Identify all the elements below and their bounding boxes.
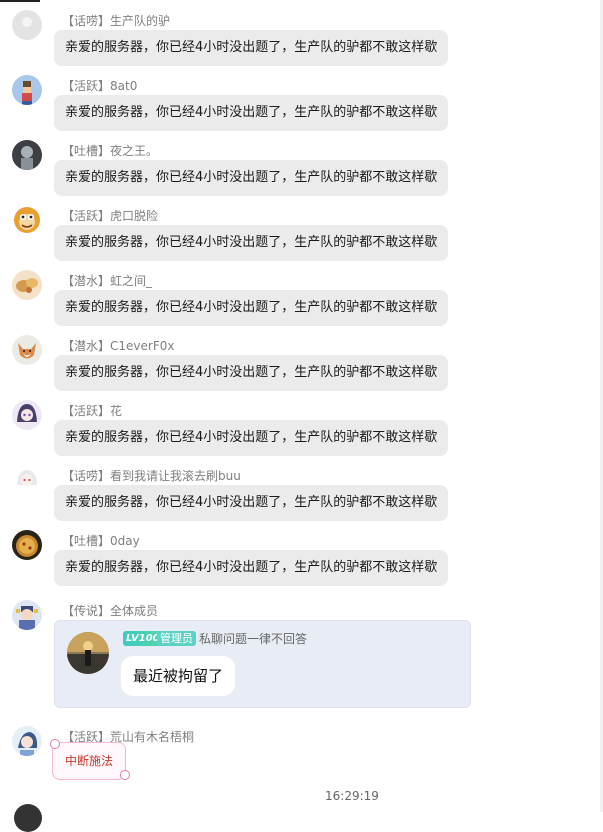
message-bubble[interactable]: 亲爱的服务器，你已经4小时没出题了，生产队的驴都不敢这样歇 bbox=[54, 550, 449, 586]
sender-name: 【活跃】8at0 bbox=[62, 79, 138, 93]
role-badge: 管理员 bbox=[157, 631, 196, 646]
message-bubble[interactable]: 亲爱的服务器，你已经4小时没出题了，生产队的驴都不敢这样歇 bbox=[54, 290, 449, 326]
sender-name: 【活跃】虎口脱险 bbox=[62, 209, 159, 223]
monkey-avatar-icon[interactable] bbox=[12, 205, 42, 235]
message-bubble-decorated[interactable]: 中断施法 bbox=[52, 742, 127, 780]
pixel-character-avatar-icon[interactable] bbox=[12, 75, 42, 105]
sender-name: 【活跃】花 bbox=[62, 404, 123, 418]
message-bubble[interactable]: 亲爱的服务器，你已经4小时没出题了，生产队的驴都不敢这样歇 bbox=[54, 485, 449, 521]
message-bubble[interactable]: 亲爱的服务器，你已经4小时没出题了，生产队的驴都不敢这样歇 bbox=[54, 355, 449, 391]
message-bubble[interactable]: 亲爱的服务器，你已经4小时没出题了，生产队的驴都不敢这样歇 bbox=[54, 420, 449, 456]
quoted-message-text: 最近被拘留了 bbox=[121, 656, 236, 696]
character-avatar-icon[interactable] bbox=[12, 600, 42, 630]
fox-avatar-icon[interactable] bbox=[12, 335, 42, 365]
sender-name: 【潜水】C1everF0x bbox=[62, 339, 175, 353]
quoted-message-card[interactable]: LV100 管理员 私聊问题一律不回答 最近被拘留了 bbox=[54, 620, 471, 708]
message-bubble[interactable]: 亲爱的服务器，你已经4小时没出题了，生产队的驴都不敢这样歇 bbox=[54, 30, 449, 66]
partial-avatar-icon[interactable] bbox=[14, 804, 42, 832]
sender-name: 【潜水】虹之间_ bbox=[62, 274, 153, 288]
message-bubble[interactable]: 亲爱的服务器，你已经4小时没出题了，生产队的驴都不敢这样歇 bbox=[54, 95, 449, 131]
bubble-corner-ornament bbox=[120, 770, 130, 780]
anime-girl-avatar-icon[interactable] bbox=[12, 400, 42, 430]
pizza-avatar-icon[interactable] bbox=[12, 530, 42, 560]
message-timestamp: 16:29:19 bbox=[325, 789, 379, 803]
anime-avatar-icon[interactable] bbox=[12, 726, 42, 756]
dark-statue-avatar-icon[interactable] bbox=[12, 140, 42, 170]
sender-name: 【话唠】生产队的驴 bbox=[62, 14, 171, 28]
white-hair-avatar-icon[interactable] bbox=[12, 465, 42, 495]
message-bubble[interactable]: 亲爱的服务器，你已经4小时没出题了，生产队的驴都不敢这样歇 bbox=[54, 225, 449, 261]
message-bubble[interactable]: 亲爱的服务器，你已经4小时没出题了，生产队的驴都不敢这样歇 bbox=[54, 160, 449, 196]
silhouette-avatar-icon[interactable] bbox=[67, 632, 109, 674]
grey-blank-avatar-icon[interactable] bbox=[12, 10, 42, 40]
sender-name: 【传说】全体成员 bbox=[62, 604, 159, 618]
sender-name: 【吐槽】夜之王。 bbox=[62, 144, 159, 158]
sender-name: 【话唠】看到我请让我滚去刷buu bbox=[62, 469, 241, 483]
bubble-corner-ornament bbox=[50, 739, 60, 749]
window-top-edge bbox=[0, 0, 40, 2]
food-avatar-icon[interactable] bbox=[12, 270, 42, 300]
sender-name: 【吐槽】0day bbox=[62, 534, 140, 548]
quoted-sender-name: 私聊问题一律不回答 bbox=[199, 632, 308, 646]
